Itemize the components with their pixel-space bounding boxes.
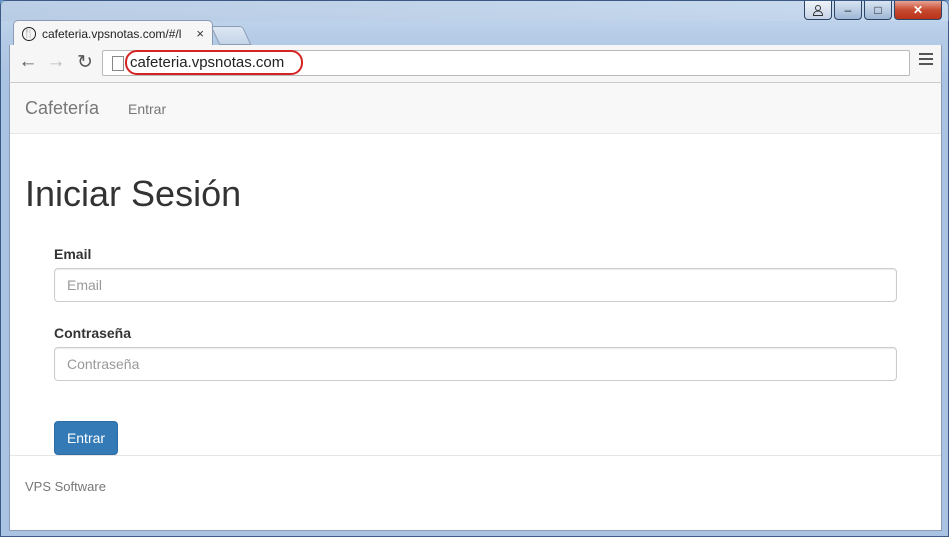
browser-window: – □ ✕ 🍴 cafeteria.vpsnotas.com/#/l × ← →… — [0, 0, 949, 537]
password-label: Contraseña — [54, 325, 132, 341]
reload-icon[interactable]: ↻ — [73, 51, 97, 74]
maximize-button[interactable]: □ — [864, 1, 892, 20]
footer-divider — [10, 455, 941, 456]
tab-title: cafeteria.vpsnotas.com/#/l — [42, 26, 182, 41]
email-label: Email — [54, 246, 92, 262]
nav-link-entrar[interactable]: Entrar — [128, 101, 166, 117]
minimize-button[interactable]: – — [834, 1, 862, 20]
browser-tab[interactable]: 🍴 cafeteria.vpsnotas.com/#/l × — [13, 20, 213, 46]
close-tab-icon[interactable]: × — [196, 26, 204, 41]
site-brand[interactable]: Cafetería — [25, 98, 99, 119]
close-window-button[interactable]: ✕ — [894, 1, 942, 20]
back-arrow-icon[interactable]: ← — [16, 51, 40, 73]
new-tab-button[interactable] — [210, 26, 252, 45]
page-viewport: Cafetería Entrar Iniciar Sesión Email Co… — [9, 82, 942, 531]
window-controls: – □ ✕ — [804, 1, 942, 21]
login-button[interactable]: Entrar — [54, 421, 118, 455]
email-field[interactable] — [54, 268, 897, 302]
site-navbar: Cafetería Entrar — [10, 83, 941, 134]
address-text[interactable]: cafeteria.vpsnotas.com — [130, 54, 284, 71]
cutlery-icon: 🍴 — [22, 26, 36, 41]
user-profile-icon[interactable] — [804, 1, 832, 20]
footer-text: VPS Software — [25, 479, 106, 494]
page-icon — [112, 56, 124, 71]
password-field[interactable] — [54, 347, 897, 381]
forward-arrow-icon[interactable]: → — [44, 51, 68, 73]
menu-icon[interactable] — [919, 53, 933, 68]
address-bar[interactable]: cafeteria.vpsnotas.com — [102, 50, 910, 76]
page-title: Iniciar Sesión — [25, 173, 242, 214]
browser-toolbar: ← → ↻ cafeteria.vpsnotas.com — [9, 45, 942, 82]
